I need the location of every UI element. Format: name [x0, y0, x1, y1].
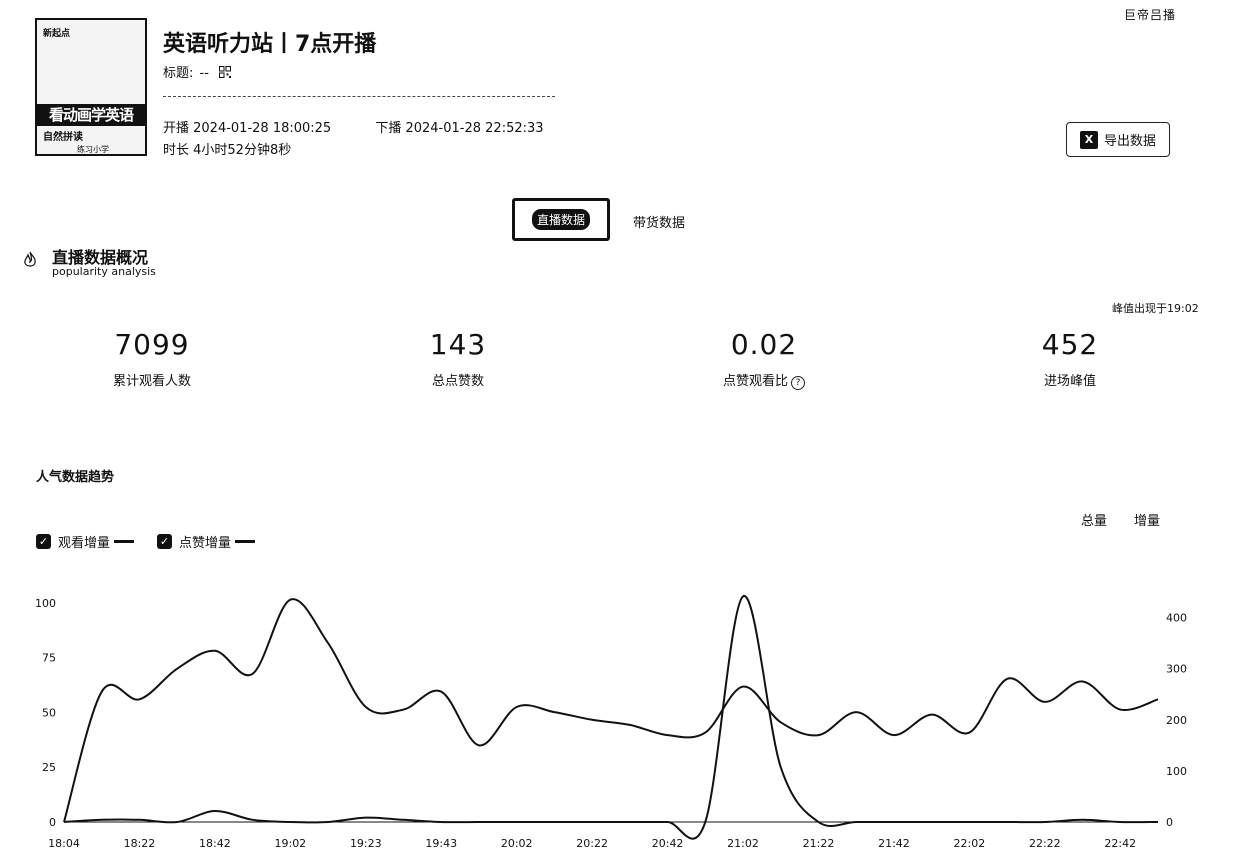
live-room-title: 英语听力站丨7点开播: [163, 32, 377, 57]
live-times: 开播 2024-01-28 18:00:25 下播 2024-01-28 22:…: [163, 117, 584, 136]
export-data-label: 导出数据: [1103, 134, 1156, 149]
y-right-tick-label: 0: [1166, 816, 1173, 829]
y-left-tick-label: 0: [49, 816, 56, 829]
x-tick-label: 21:42: [878, 837, 910, 850]
cover-band-text: 看动画学英语: [37, 104, 145, 126]
stat-value: 452: [1041, 328, 1099, 361]
brand-logo: 巨帝吕播: [1124, 8, 1177, 22]
tab-live-data[interactable]: 直播数据: [512, 198, 610, 241]
end-time: 下播 2024-01-28 22:52:33: [375, 121, 544, 136]
x-tick-label: 19:43: [425, 837, 457, 850]
x-tick-label: 19:23: [350, 837, 382, 850]
y-right-tick-label: 100: [1166, 765, 1187, 778]
legend-line-swatch: [114, 540, 135, 543]
live-cover-image: 新起点 看动画学英语 自然拼读 练习小学: [35, 18, 147, 156]
start-time: 开播 2024-01-28 18:00:25: [163, 121, 332, 136]
checkbox-checked-icon: ✓: [157, 534, 172, 549]
x-tick-label: 20:02: [501, 837, 533, 850]
export-data-button[interactable]: X 导出数据: [1066, 122, 1170, 157]
x-tick-label: 22:22: [1029, 837, 1061, 850]
x-tick-label: 22:42: [1104, 837, 1136, 850]
x-tick-label: 21:02: [727, 837, 759, 850]
peak-time-note: 峰值出现于19:02: [1112, 302, 1199, 315]
header-divider: [163, 96, 555, 97]
toggle-total[interactable]: 总量: [1081, 510, 1107, 529]
stat-label: 总点赞数: [431, 374, 484, 389]
stat-value: 143: [429, 328, 487, 361]
x-tick-label: 18:42: [199, 837, 231, 850]
label-title-prefix: 标题:: [163, 66, 194, 81]
x-tick-label: 22:02: [954, 837, 986, 850]
label-title-value: --: [199, 66, 209, 81]
y-right-tick-label: 200: [1166, 714, 1187, 727]
legend-views-label: 观看增量: [58, 536, 111, 551]
overview-subtitle: popularity analysis: [52, 265, 156, 278]
stat-value: 7099: [114, 328, 190, 361]
y-right-tick-label: 300: [1166, 663, 1187, 676]
flame-icon: [24, 251, 36, 267]
stat-like-view-ratio: 0.02 点赞观看比?: [684, 328, 844, 390]
y-left-tick-label: 75: [42, 652, 56, 665]
tab-goods-data[interactable]: 带货数据: [633, 212, 685, 231]
qr-code-icon[interactable]: [219, 66, 232, 78]
y-left-tick-label: 100: [35, 597, 56, 610]
stat-total-viewers: 7099 累计观看人数: [72, 328, 232, 389]
stat-label: 进场峰值: [1043, 374, 1096, 389]
cover-sub-text: 自然拼读: [43, 132, 83, 143]
stat-label: 累计观看人数: [112, 374, 191, 389]
stat-entry-peak: 452 进场峰值: [990, 328, 1150, 389]
y-left-tick-label: 25: [42, 761, 56, 774]
stat-label: 点赞观看比?: [684, 370, 844, 390]
legend-line-swatch: [235, 540, 256, 543]
checkbox-checked-icon: ✓: [36, 534, 51, 549]
stat-label-text: 点赞观看比: [722, 374, 788, 389]
legend-likes[interactable]: ✓ 点赞增量: [157, 532, 256, 551]
live-duration: 时长 4小时52分钟8秒: [163, 143, 292, 158]
views-increment-line: [63, 598, 1159, 823]
legend-likes-label: 点赞增量: [179, 536, 232, 551]
cover-tag: 新起点: [43, 29, 71, 39]
legend-views[interactable]: ✓ 观看增量: [36, 532, 135, 551]
stat-total-likes: 143 总点赞数: [378, 328, 538, 389]
x-tick-label: 20:22: [576, 837, 608, 850]
x-tick-label: 20:42: [652, 837, 684, 850]
live-label-row: 标题: --: [163, 62, 232, 81]
x-tick-label: 21:22: [803, 837, 835, 850]
popularity-trend-chart: 0 25 50 75 100 0 100 200 300 400 18:04 18:22 18:42 19…: [35, 595, 1187, 850]
y-right-tick-label: 400: [1166, 612, 1187, 625]
x-tick-label: 18:22: [124, 837, 156, 850]
stat-value: 0.02: [730, 328, 798, 361]
y-left-tick-label: 50: [42, 706, 56, 719]
tab-live-data-label: 直播数据: [531, 209, 590, 230]
toggle-increment[interactable]: 增量: [1134, 510, 1160, 529]
excel-icon: X: [1079, 130, 1098, 149]
help-icon[interactable]: ?: [791, 376, 805, 390]
x-tick-label: 18:04: [48, 837, 80, 850]
likes-increment-line: [63, 595, 1159, 840]
cover-foot-text: 练习小学: [77, 145, 109, 154]
x-tick-label: 19:02: [274, 837, 306, 850]
trend-title: 人气数据趋势: [36, 470, 115, 485]
